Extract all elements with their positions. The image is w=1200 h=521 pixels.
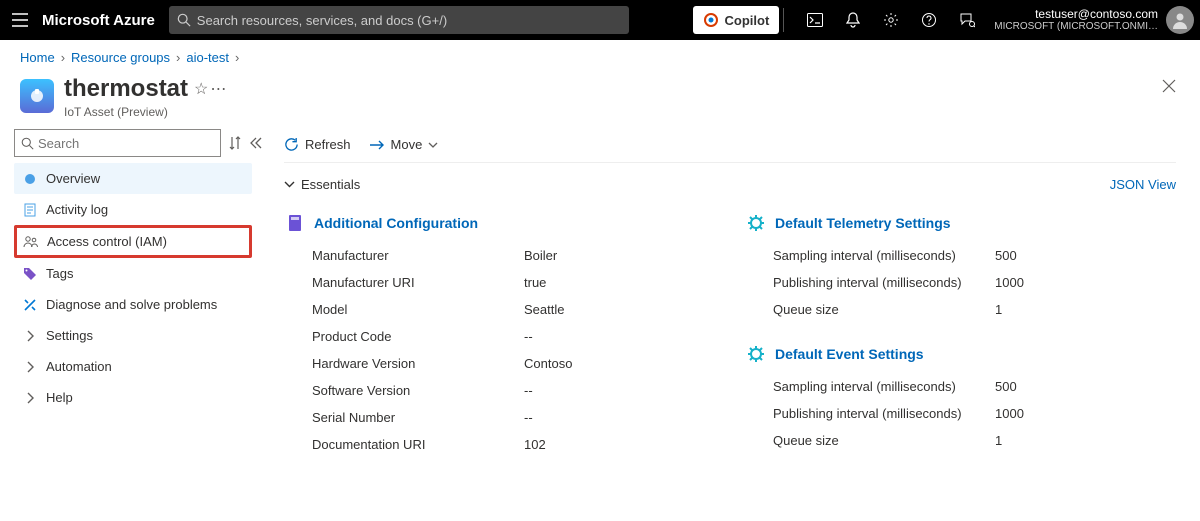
sidebar-item-help[interactable]: Help [14, 382, 252, 413]
sidebar-item-tags[interactable]: Tags [14, 258, 252, 289]
breadcrumb-aio-test[interactable]: aio-test [186, 50, 229, 65]
sidebar-item-label: Activity log [46, 202, 108, 217]
top-bar: Microsoft Azure Copilot testuser@contoso… [0, 0, 1200, 40]
page-subtitle: IoT Asset (Preview) [64, 105, 226, 119]
tags-icon [22, 267, 38, 281]
chevron-right-icon: › [61, 50, 65, 65]
kv-row: Sampling interval (milliseconds)500 [745, 244, 1176, 271]
sidebar: Overview Activity log Access control (IA… [0, 129, 260, 484]
kv-row: Publishing interval (milliseconds)1000 [745, 402, 1176, 429]
kv-row: Manufacturer URItrue [284, 271, 715, 298]
telemetry-icon [745, 212, 767, 234]
breadcrumb-resource-groups[interactable]: Resource groups [71, 50, 170, 65]
access-control-icon [23, 235, 39, 249]
sidebar-item-label: Tags [46, 266, 73, 281]
sidebar-item-label: Diagnose and solve problems [46, 297, 217, 312]
col-additional-config: Additional Configuration ManufacturerBoi… [284, 206, 715, 460]
col-defaults: Default Telemetry Settings Sampling inte… [745, 206, 1176, 460]
account-block[interactable]: testuser@contoso.com MICROSOFT (MICROSOF… [994, 8, 1158, 32]
feedback-icon[interactable] [950, 0, 984, 40]
essentials-toggle[interactable]: Essentials [284, 177, 360, 192]
avatar[interactable] [1166, 6, 1194, 34]
kv-row: Software Version-- [284, 379, 715, 406]
kv-row: Product Code-- [284, 325, 715, 352]
chevron-down-icon [284, 181, 295, 188]
cloud-shell-icon[interactable] [798, 0, 832, 40]
breadcrumb: Home › Resource groups › aio-test › [0, 40, 1200, 71]
command-bar: Refresh Move [284, 129, 1176, 163]
hamburger-icon[interactable] [6, 13, 34, 27]
kv-row: Sampling interval (milliseconds)500 [745, 375, 1176, 402]
org-label: MICROSOFT (MICROSOFT.ONMI… [994, 21, 1158, 32]
copilot-icon [703, 12, 719, 28]
sidebar-item-activity-log[interactable]: Activity log [14, 194, 252, 225]
top-icon-row [798, 0, 984, 40]
chevron-down-icon [428, 142, 438, 148]
content-area: Refresh Move Essentials JSON View [260, 129, 1200, 484]
favorite-star-icon[interactable]: ☆ [194, 79, 208, 99]
breadcrumb-home[interactable]: Home [20, 50, 55, 65]
refresh-icon [284, 137, 299, 152]
chevron-right-icon: › [235, 50, 239, 65]
copilot-button[interactable]: Copilot [693, 6, 780, 34]
section-title: Default Event Settings [775, 346, 924, 362]
notifications-icon[interactable] [836, 0, 870, 40]
json-view-link[interactable]: JSON View [1110, 177, 1176, 192]
kv-row: Documentation URI102 [284, 433, 715, 460]
sidebar-item-access-control[interactable]: Access control (IAM) [14, 225, 252, 258]
kv-row: ManufacturerBoiler [284, 244, 715, 271]
overview-icon [22, 172, 38, 186]
search-icon [21, 137, 34, 150]
page-title: thermostat [64, 75, 188, 103]
sidebar-item-label: Automation [46, 359, 112, 374]
sidebar-item-label: Help [46, 390, 73, 405]
kv-row: Serial Number-- [284, 406, 715, 433]
kv-row: Queue size1 [745, 429, 1176, 456]
diagnose-icon [22, 298, 38, 312]
sidebar-item-settings[interactable]: Settings [14, 320, 252, 351]
sidebar-search-input[interactable] [38, 136, 214, 151]
resource-icon [20, 79, 54, 113]
user-email: testuser@contoso.com [994, 8, 1158, 21]
activity-log-icon [22, 203, 38, 217]
kv-row: Hardware VersionContoso [284, 352, 715, 379]
settings-icon[interactable] [874, 0, 908, 40]
kv-row: Queue size1 [745, 298, 1176, 325]
kv-row: Publishing interval (milliseconds)1000 [745, 271, 1176, 298]
move-icon [369, 139, 385, 151]
sidebar-item-overview[interactable]: Overview [14, 163, 252, 194]
sidebar-item-diagnose[interactable]: Diagnose and solve problems [14, 289, 252, 320]
refresh-button[interactable]: Refresh [284, 137, 351, 152]
chevron-right-icon [22, 361, 38, 373]
events-icon [745, 343, 767, 365]
help-icon[interactable] [912, 0, 946, 40]
brand-label: Microsoft Azure [42, 12, 155, 29]
section-title: Additional Configuration [314, 215, 478, 231]
sidebar-search[interactable] [14, 129, 221, 157]
sidebar-item-label: Settings [46, 328, 93, 343]
more-icon[interactable]: ⋯ [210, 79, 226, 99]
kv-row: ModelSeattle [284, 298, 715, 325]
chevron-right-icon [22, 330, 38, 342]
chevron-right-icon [22, 392, 38, 404]
search-icon [177, 13, 191, 27]
sidebar-item-automation[interactable]: Automation [14, 351, 252, 382]
page-header: thermostat ☆ ⋯ IoT Asset (Preview) [0, 71, 1162, 129]
close-icon[interactable] [1162, 71, 1200, 129]
move-button[interactable]: Move [369, 137, 439, 152]
divider [783, 8, 784, 32]
chevron-right-icon: › [176, 50, 180, 65]
global-search[interactable] [169, 6, 629, 34]
global-search-input[interactable] [197, 13, 621, 28]
sidebar-item-label: Access control (IAM) [47, 234, 167, 249]
config-icon [284, 212, 306, 234]
section-title: Default Telemetry Settings [775, 215, 951, 231]
sidebar-item-label: Overview [46, 171, 100, 186]
sort-icon[interactable] [229, 136, 241, 150]
